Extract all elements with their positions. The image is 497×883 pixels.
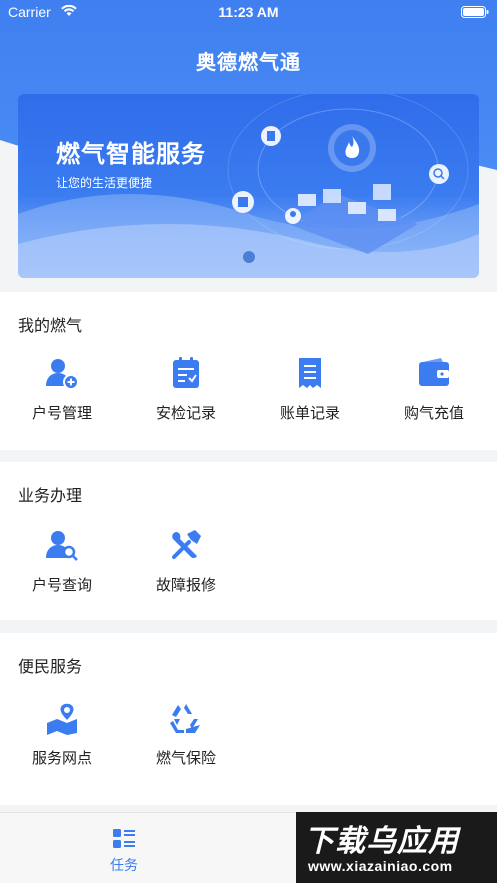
grid-item-label: 户号查询 xyxy=(31,576,92,594)
grid-item-label: 安检记录 xyxy=(155,404,216,422)
grid-item-gas-insurance[interactable]: 燃气保险 xyxy=(124,701,248,801)
recycle-icon xyxy=(170,704,200,733)
grid-item-account-management[interactable]: 户号管理 xyxy=(0,356,124,456)
section-title: 业务办理 xyxy=(18,486,83,505)
watermark-logo: 下载乌应用 www.xiazainiao.com xyxy=(296,812,497,883)
app-title: 奥德燃气通 xyxy=(196,50,301,74)
bill-icon xyxy=(299,358,321,388)
banner-subtitle: 让您的生活更便捷 xyxy=(56,176,153,190)
banner-title: 燃气智能服务 xyxy=(56,140,206,168)
section-title: 我的燃气 xyxy=(18,316,83,335)
grid-item-gas-recharge[interactable]: 购气充值 xyxy=(372,356,496,456)
grid-item-bill-records[interactable]: 账单记录 xyxy=(248,356,372,456)
repair-tools-icon xyxy=(172,530,201,559)
grid-item-label: 故障报修 xyxy=(155,576,216,594)
clipboard-check-icon xyxy=(173,357,199,388)
section-business: 业务办理 户号查询 故障报修 xyxy=(0,462,497,620)
grid-item-label: 户号管理 xyxy=(31,404,92,422)
battery-icon xyxy=(461,6,489,18)
grid-item-account-query[interactable]: 户号查询 xyxy=(0,528,124,628)
grid-item-label: 服务网点 xyxy=(31,749,92,767)
section-my-gas: 我的燃气 户号管理 安检记录 账单记录 购气充值 xyxy=(0,292,497,450)
status-time: 11:23 AM xyxy=(218,4,279,20)
tab-label: 任务 xyxy=(110,858,138,874)
section-convenience: 便民服务 服务网点 燃气保险 xyxy=(0,633,497,805)
user-search-icon xyxy=(46,531,78,561)
grid-item-fault-repair[interactable]: 故障报修 xyxy=(124,528,248,628)
grid-item-label: 燃气保险 xyxy=(155,749,216,767)
grid-item-service-outlets[interactable]: 服务网点 xyxy=(0,701,124,801)
grid-item-label: 购气充值 xyxy=(403,404,464,422)
user-add-icon xyxy=(46,359,79,390)
status-bar: Carrier 11:23 AM xyxy=(0,0,497,26)
grid-item-label: 账单记录 xyxy=(279,404,340,422)
watermark-url: www.xiazainiao.com xyxy=(308,858,453,874)
section-title: 便民服务 xyxy=(18,657,83,676)
tab-tasks[interactable]: 任务 xyxy=(96,823,152,874)
watermark-title: 下载乌应用 xyxy=(304,824,459,859)
promo-banner[interactable]: 燃气智能服务 让您的生活更便捷 xyxy=(18,94,479,278)
task-list-icon xyxy=(113,829,135,848)
wallet-icon xyxy=(419,358,449,386)
map-pin-icon xyxy=(47,702,77,735)
grid-item-inspection-records[interactable]: 安检记录 xyxy=(124,356,248,456)
carousel-indicator[interactable] xyxy=(243,251,255,263)
